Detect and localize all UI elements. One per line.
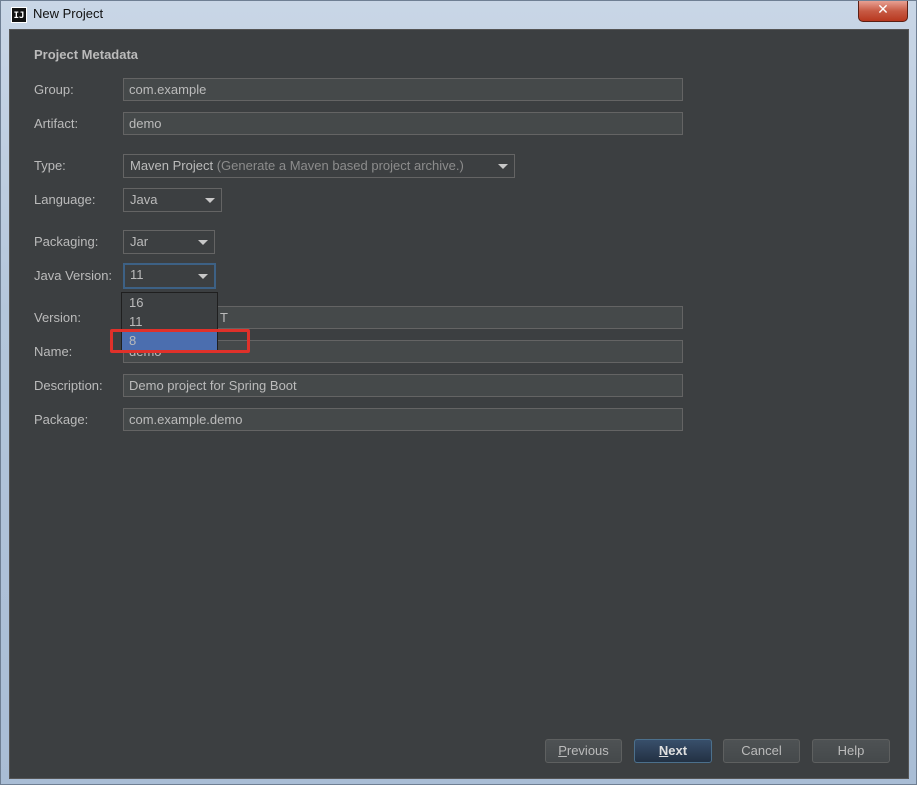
cancel-button[interactable]: Cancel bbox=[723, 739, 800, 763]
java-version-label: Java Version: bbox=[34, 268, 113, 283]
type-hint: (Generate a Maven based project archive.… bbox=[216, 158, 464, 173]
version-label: Version: bbox=[34, 310, 81, 325]
type-value: Maven Project bbox=[130, 158, 214, 173]
next-mnemonic: N bbox=[658, 743, 669, 758]
next-button[interactable]: Next bbox=[634, 739, 712, 763]
java-version-combo[interactable]: 11 bbox=[123, 263, 216, 289]
dialog-content: Project Metadata Group: com.example Arti… bbox=[9, 29, 909, 779]
section-title: Project Metadata bbox=[34, 47, 139, 62]
type-label: Type: bbox=[34, 158, 66, 173]
package-field[interactable]: com.example.demo bbox=[123, 408, 683, 431]
language-combo[interactable]: Java bbox=[123, 188, 222, 212]
packaging-combo[interactable]: Jar bbox=[123, 230, 215, 254]
language-value: Java bbox=[130, 192, 158, 207]
annotation-highlight-box bbox=[110, 329, 250, 353]
new-project-window: IJ New Project ✕ Project Metadata Group:… bbox=[0, 0, 917, 785]
description-label: Description: bbox=[34, 378, 103, 393]
previous-mnemonic: P bbox=[558, 743, 567, 758]
close-window-button[interactable]: ✕ bbox=[858, 1, 908, 22]
name-label: Name: bbox=[34, 344, 73, 359]
type-combo[interactable]: Maven Project (Generate a Maven based pr… bbox=[123, 154, 515, 178]
previous-button[interactable]: Previous bbox=[545, 739, 622, 763]
artifact-field[interactable]: demo bbox=[123, 112, 683, 135]
chevron-down-icon bbox=[205, 198, 215, 203]
dropdown-option-16[interactable]: 16 bbox=[122, 293, 217, 312]
packaging-value: Jar bbox=[130, 234, 149, 249]
intellij-app-icon: IJ bbox=[11, 7, 27, 23]
chevron-down-icon bbox=[198, 240, 208, 245]
package-label: Package: bbox=[34, 412, 89, 427]
language-label: Language: bbox=[34, 192, 96, 207]
artifact-label: Artifact: bbox=[34, 116, 79, 131]
title-bar[interactable]: IJ New Project ✕ bbox=[1, 1, 917, 29]
window-title: New Project bbox=[33, 6, 104, 21]
description-field[interactable]: Demo project for Spring Boot bbox=[123, 374, 683, 397]
group-field[interactable]: com.example bbox=[123, 78, 683, 101]
group-label: Group: bbox=[34, 82, 74, 97]
previous-label-rest: revious bbox=[566, 743, 609, 758]
help-button[interactable]: Help bbox=[812, 739, 890, 763]
chevron-down-icon bbox=[198, 274, 208, 279]
packaging-label: Packaging: bbox=[34, 234, 99, 249]
chevron-down-icon bbox=[498, 164, 508, 169]
java-version-value: 11 bbox=[130, 267, 144, 282]
next-label-rest: ext bbox=[668, 743, 688, 758]
